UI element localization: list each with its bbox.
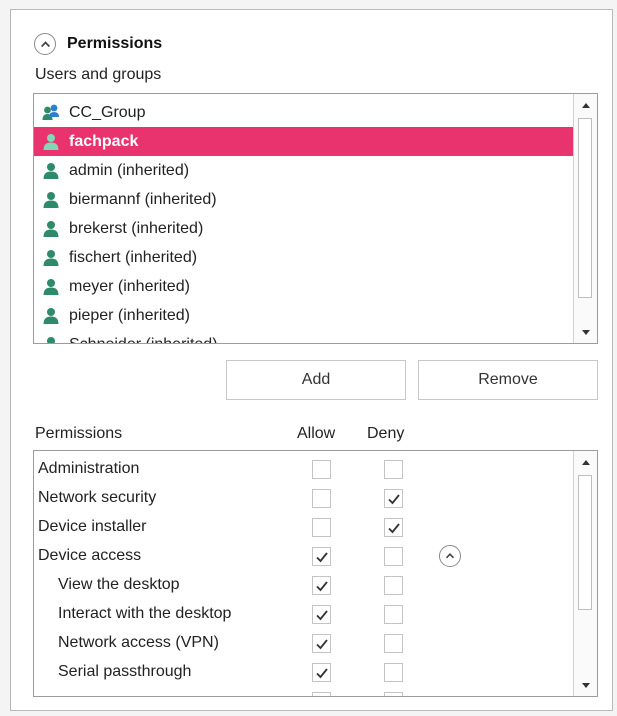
checkmark-icon	[315, 550, 329, 564]
deny-checkbox[interactable]	[384, 634, 403, 653]
user-list-item[interactable]: admin (inherited)	[34, 156, 574, 185]
user-list-item[interactable]: brekerst (inherited)	[34, 214, 574, 243]
allow-checkbox[interactable]	[312, 692, 331, 696]
user-list-item[interactable]: CC_Group	[34, 98, 574, 127]
deny-column-header: Deny	[367, 425, 405, 442]
remove-button[interactable]: Remove	[418, 360, 598, 400]
deny-checkbox[interactable]	[384, 576, 403, 595]
allow-checkbox[interactable]	[312, 518, 331, 537]
arrow-down-icon	[581, 329, 590, 335]
allow-column-header: Allow	[297, 425, 336, 442]
permission-row: Network access (VPN)	[34, 629, 574, 658]
permissions-list[interactable]: Serial passthrough Network access (VPN) In…	[33, 450, 598, 697]
user-icon	[42, 133, 60, 151]
permission-row: Administration	[34, 455, 574, 484]
checkmark-icon	[387, 521, 401, 535]
permission-row: Device access	[34, 542, 574, 571]
permission-row: Interact with the desktop	[34, 600, 574, 629]
arrow-up-icon	[581, 102, 590, 108]
scroll-thumb[interactable]	[578, 475, 592, 610]
user-list-item[interactable]: fischert (inherited)	[34, 243, 574, 272]
scroll-up-button[interactable]	[574, 94, 597, 116]
user-icon	[42, 336, 60, 343]
user-name: CC_Group	[69, 103, 146, 121]
allow-checkbox[interactable]	[312, 460, 331, 479]
checkmark-icon	[387, 492, 401, 506]
user-list-item[interactable]: meyer (inherited)	[34, 272, 574, 301]
scroll-down-button[interactable]	[574, 674, 597, 696]
chevron-up-circle-icon[interactable]	[439, 545, 461, 567]
user-icon	[42, 220, 60, 238]
user-list-item[interactable]: Schneider (inherited)	[34, 330, 574, 344]
permission-name: Network security	[38, 489, 157, 506]
user-list-item[interactable]: pieper (inherited)	[34, 301, 574, 330]
permissions-column-header: Permissions	[35, 425, 123, 442]
permission-row: View the desktop	[34, 571, 574, 600]
user-list-item[interactable]: fachpack	[34, 127, 574, 156]
user-icon	[42, 191, 60, 209]
user-name: biermannf (inherited)	[69, 190, 217, 208]
checkmark-icon	[315, 666, 329, 680]
checkmark-icon	[315, 579, 329, 593]
deny-checkbox[interactable]	[384, 518, 403, 537]
allow-checkbox[interactable]	[312, 663, 331, 682]
user-name: meyer (inherited)	[69, 277, 190, 295]
allow-checkbox[interactable]	[312, 634, 331, 653]
user-icon	[42, 249, 60, 267]
checkmark-icon	[315, 608, 329, 622]
user-icon	[42, 278, 60, 296]
permission-row: Network security	[34, 484, 574, 513]
section-header: Permissions	[34, 30, 162, 58]
user-name: fischert (inherited)	[69, 248, 198, 266]
permission-name: Serial passthrough	[58, 663, 192, 680]
group-icon	[42, 104, 60, 122]
chevron-up-circle-icon[interactable]	[34, 33, 56, 55]
permission-row: Serial passthrough	[34, 658, 574, 687]
user-name: admin (inherited)	[69, 161, 190, 179]
permission-name: Administration	[38, 460, 140, 477]
permission-row: Device installer	[34, 513, 574, 542]
user-name: Schneider (inherited)	[69, 335, 218, 344]
user-icon	[42, 162, 60, 180]
arrow-up-icon	[581, 459, 590, 465]
user-list-item[interactable]: biermannf (inherited)	[34, 185, 574, 214]
deny-checkbox[interactable]	[384, 605, 403, 624]
scroll-up-button[interactable]	[574, 451, 597, 473]
scroll-thumb[interactable]	[578, 118, 592, 298]
arrow-down-icon	[581, 682, 590, 688]
deny-checkbox[interactable]	[384, 663, 403, 682]
users-scrollbar[interactable]	[573, 94, 597, 343]
deny-checkbox[interactable]	[384, 692, 403, 696]
deny-checkbox[interactable]	[384, 460, 403, 479]
users-list[interactable]: Schneider (inherited) pieper (inherited) m…	[33, 93, 598, 344]
permission-name: Interact with the desktop	[58, 605, 232, 622]
permission-name: Device installer	[38, 518, 147, 535]
permission-name: Network access (VPN)	[58, 634, 219, 651]
permission-name: Device access	[38, 547, 142, 564]
deny-checkbox[interactable]	[384, 489, 403, 508]
allow-checkbox[interactable]	[312, 547, 331, 566]
checkmark-icon	[315, 637, 329, 651]
user-name: pieper (inherited)	[69, 306, 190, 324]
user-name: brekerst (inherited)	[69, 219, 204, 237]
allow-checkbox[interactable]	[312, 605, 331, 624]
user-icon	[42, 307, 60, 325]
section-title: Permissions	[67, 35, 163, 52]
permissions-scrollbar[interactable]	[573, 451, 597, 696]
scroll-down-button[interactable]	[574, 321, 597, 343]
allow-checkbox[interactable]	[312, 576, 331, 595]
allow-checkbox[interactable]	[312, 489, 331, 508]
user-name: fachpack	[69, 132, 139, 150]
add-button[interactable]: Add	[226, 360, 406, 400]
deny-checkbox[interactable]	[384, 547, 403, 566]
permission-name: View the desktop	[58, 576, 180, 593]
permission-row	[34, 687, 574, 696]
users-and-groups-label: Users and groups	[35, 66, 162, 83]
